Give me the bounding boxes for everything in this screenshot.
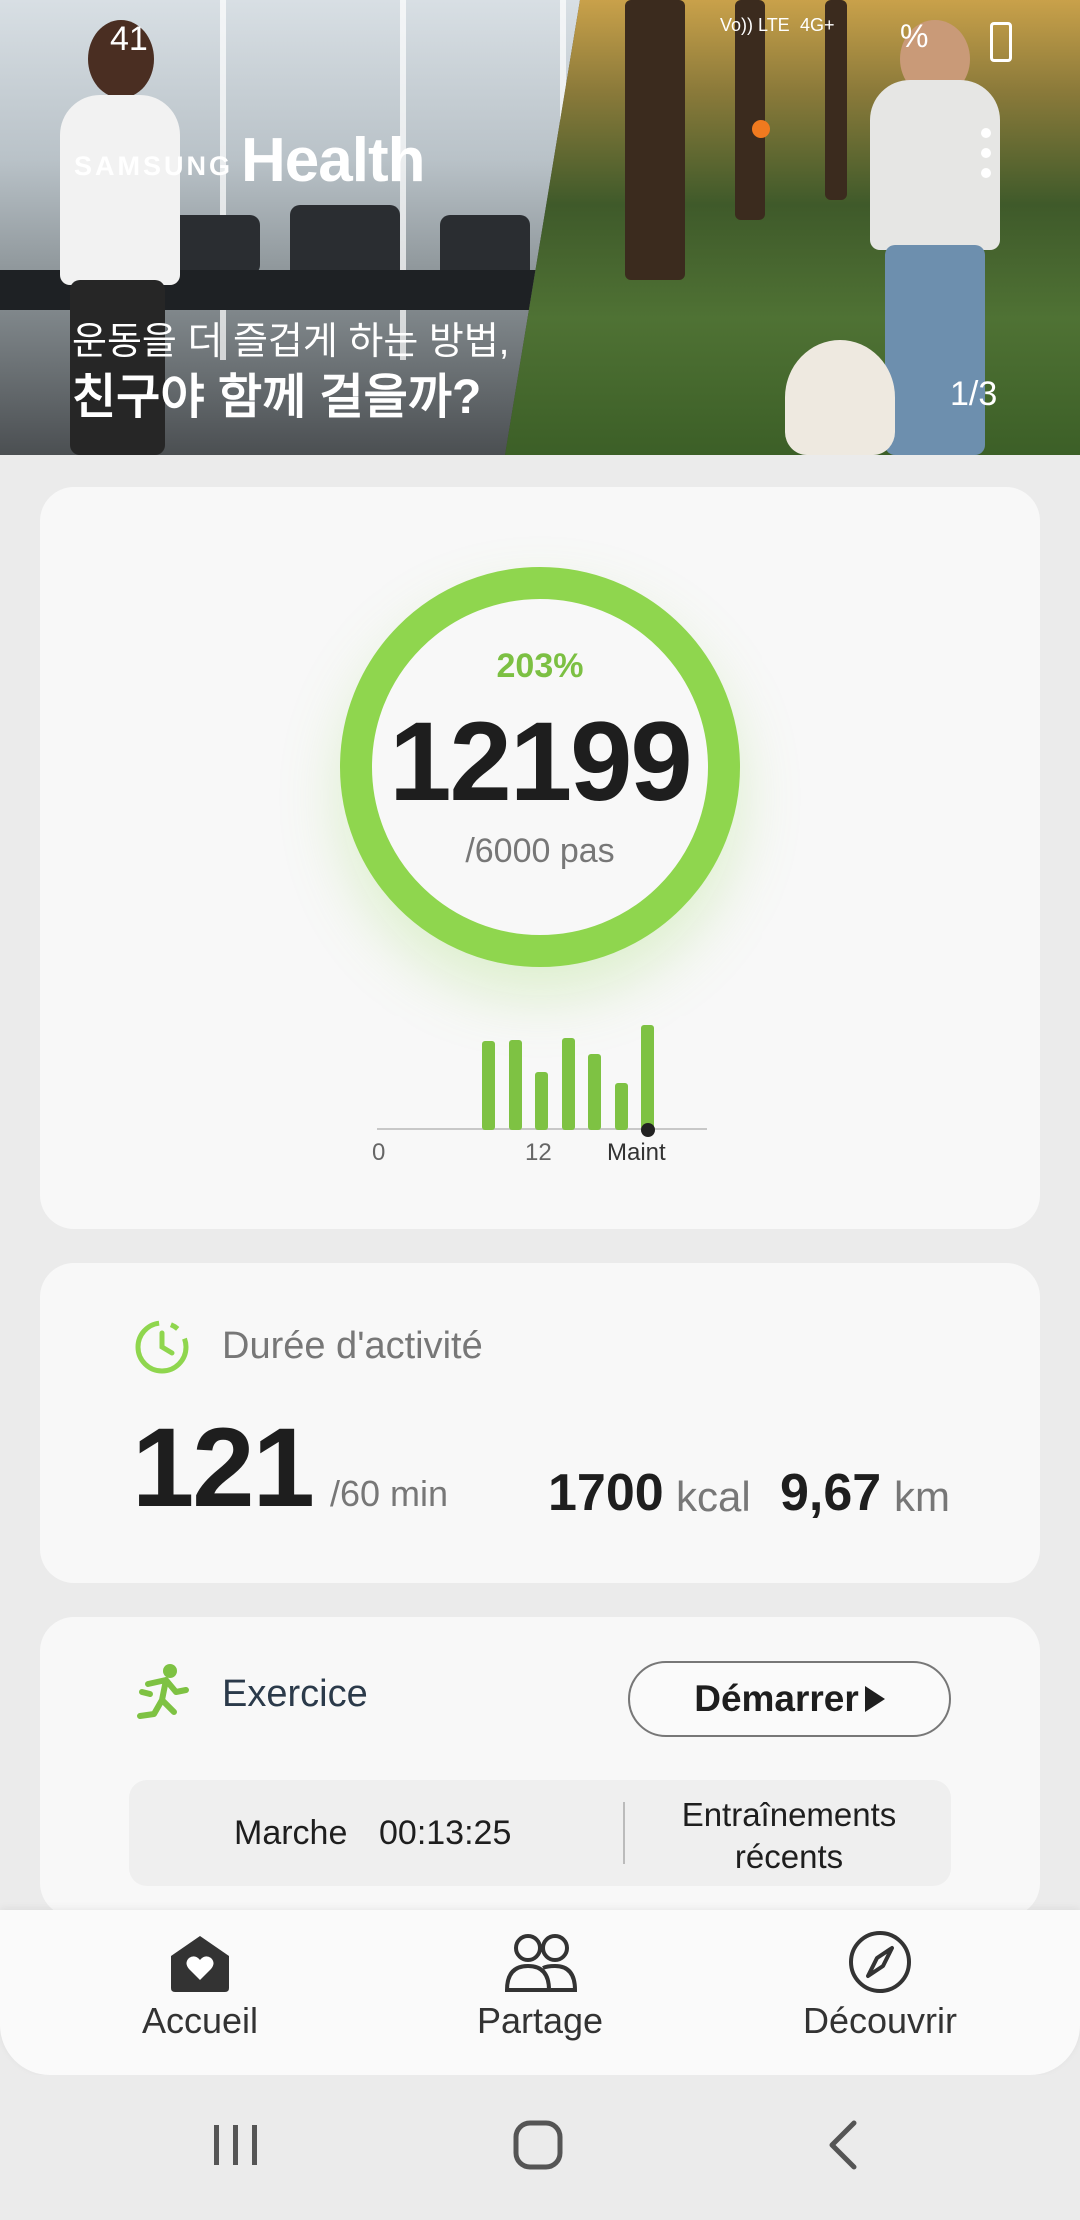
recent-apps-icon[interactable] (208, 2115, 264, 2175)
home-heart-icon (171, 1936, 229, 1992)
home-icon[interactable] (510, 2115, 566, 2175)
calories-unit: kcal (676, 1473, 751, 1520)
app-logo: SAMSUNG Health (74, 125, 426, 196)
nav-item-home[interactable]: Accueil (80, 1930, 320, 2042)
chart-tick-label: 12 (525, 1139, 552, 1166)
more-options-icon[interactable] (972, 128, 1000, 188)
network-type: 4G+ (800, 15, 835, 35)
compass-icon (849, 1931, 911, 1993)
nav-label-share: Partage (476, 2000, 604, 2041)
chart-bar (641, 1025, 654, 1130)
chart-bar (561, 1038, 575, 1130)
start-exercise-button[interactable]: Démarrer (628, 1661, 951, 1737)
nav-label-discover: Découvrir (802, 2000, 958, 2041)
brand-health: Health (241, 126, 425, 195)
promo-title: 친구야 함께 걸을까? (72, 371, 482, 424)
chart-bar (508, 1040, 522, 1130)
banner-page-counter: 1/3 (950, 375, 998, 413)
notification-dot-icon (752, 120, 770, 138)
running-icon (137, 1664, 189, 1719)
nav-item-share[interactable]: Partage (420, 1930, 660, 2042)
workout-name[interactable]: Marche (234, 1814, 347, 1853)
network-indicator: Vo)) LTE (720, 15, 790, 35)
bottom-navigation: Accueil Partage Découvrir (0, 1910, 1080, 2075)
workout-time[interactable]: 00:13:25 (379, 1814, 511, 1853)
chart-bar (535, 1072, 548, 1130)
back-icon[interactable] (816, 2115, 872, 2175)
calories-value: 1700 (548, 1464, 664, 1522)
chart-tick-label: Maint (607, 1139, 666, 1166)
timer-icon (135, 1320, 189, 1374)
activity-minutes: 121 (132, 1405, 315, 1530)
status-bar: 41 Vo)) LTE 4G+ % (0, 14, 1080, 64)
exercise-card[interactable]: Exercice Démarrer Marche 00:13:25 Entraî… (40, 1617, 1040, 1917)
steps-card[interactable]: 203% 12199 /6000 pas 0 12 Maint (40, 487, 1040, 1229)
people-icon (504, 1934, 577, 1992)
activity-title: Durée d'activité (222, 1325, 483, 1367)
start-button-label: Démarrer (694, 1678, 859, 1719)
activity-card[interactable]: Durée d'activité 121 /60 min 1700 kcal 9… (40, 1263, 1040, 1583)
steps-percent: 203% (496, 647, 584, 685)
current-time-marker (641, 1123, 655, 1137)
exercise-title: Exercice (222, 1673, 368, 1715)
status-time: 41 (110, 20, 148, 58)
steps-count: 12199 (389, 699, 692, 824)
system-navigation-bar (0, 2075, 1080, 2220)
divider (623, 1802, 625, 1864)
chart-bar (588, 1054, 601, 1130)
steps-hourly-chart: 0 12 Maint (372, 1007, 707, 1167)
play-icon (864, 1686, 885, 1712)
chart-tick-label: 0 (372, 1139, 386, 1166)
brand-samsung: SAMSUNG (74, 151, 234, 181)
steps-goal: /6000 pas (465, 832, 615, 870)
distance-value: 9,67 (780, 1464, 882, 1522)
activity-goal: /60 min (330, 1473, 449, 1514)
workout-shortcuts: Marche 00:13:25 Entraînements récents (129, 1780, 951, 1886)
promo-banner[interactable]: 41 Vo)) LTE 4G+ % SAMSUNG Health 운동을 더 즐… (0, 0, 1080, 455)
chart-bar (614, 1083, 628, 1130)
distance-unit: km (894, 1473, 950, 1520)
chart-bar (482, 1041, 495, 1130)
recent-workouts-button[interactable]: Entraînements récents (629, 1794, 949, 1878)
nav-label-home: Accueil (141, 2000, 259, 2041)
battery-icon (990, 22, 1012, 62)
nav-item-discover[interactable]: Découvrir (760, 1930, 1000, 2042)
battery-percent: % (900, 18, 929, 54)
